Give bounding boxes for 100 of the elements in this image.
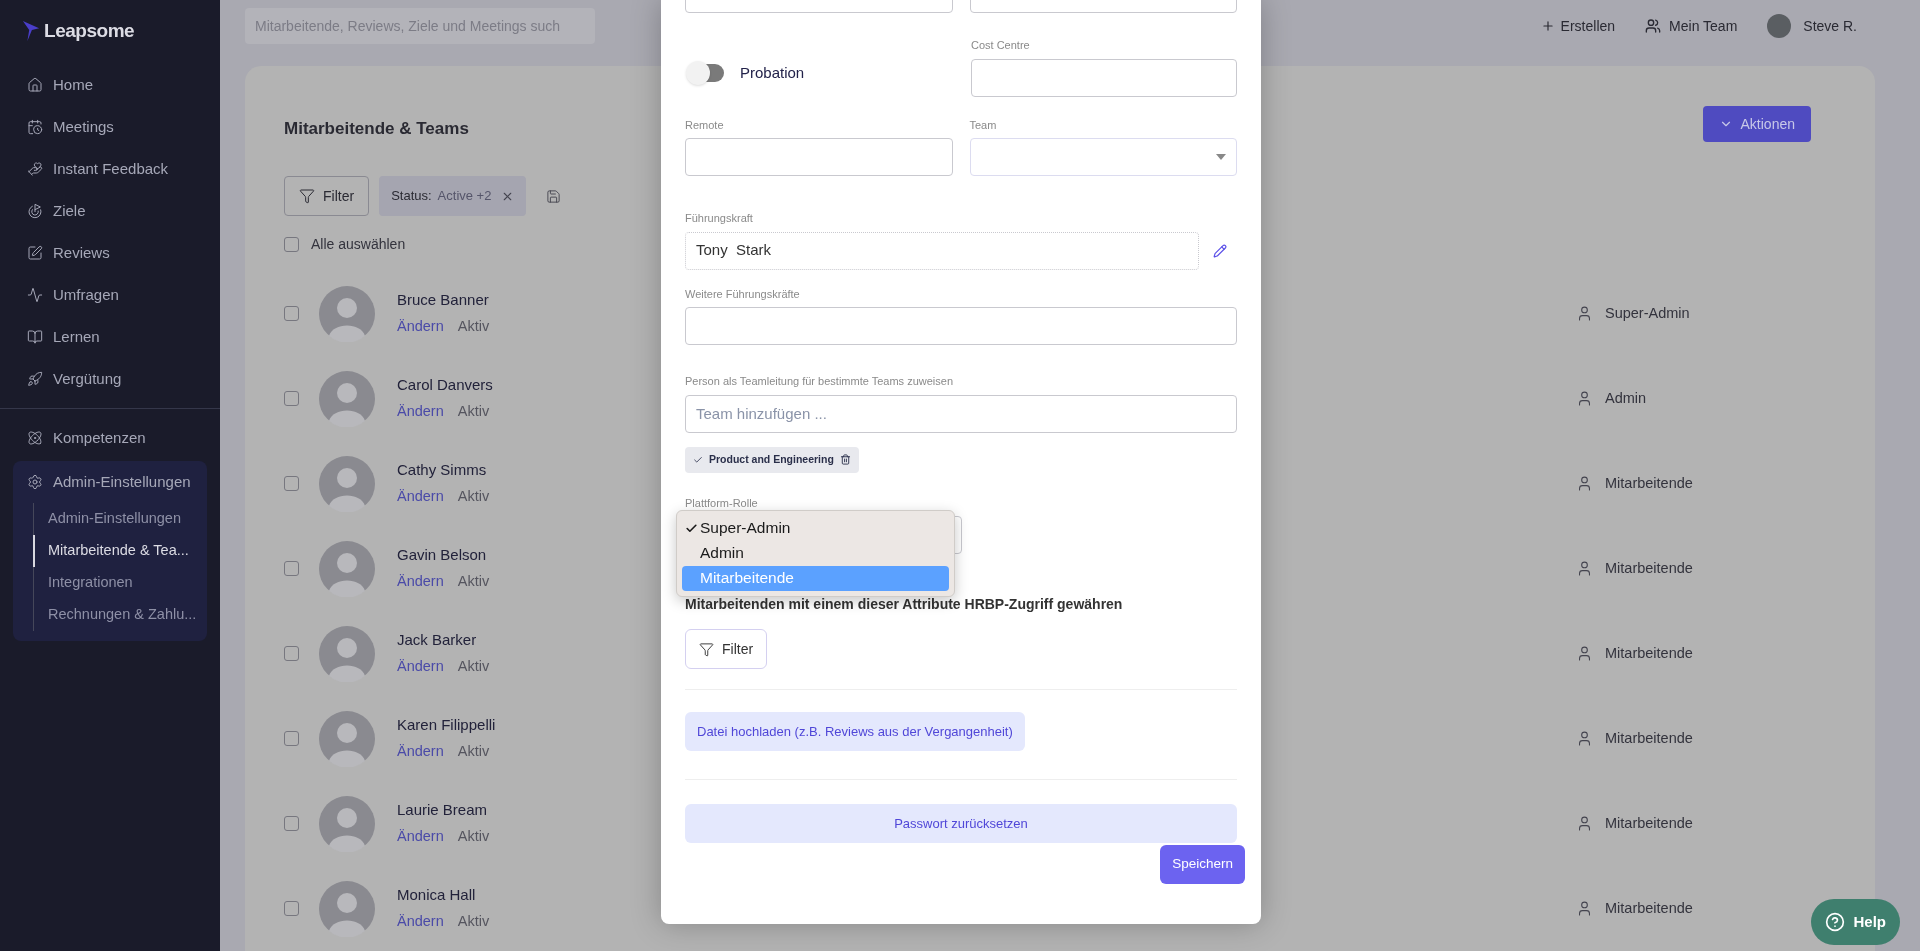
input-field[interactable] bbox=[685, 138, 953, 176]
nav-item[interactable]: Reviews bbox=[0, 232, 220, 274]
person-name: Cathy Simms bbox=[397, 460, 488, 481]
nav-icon bbox=[27, 119, 43, 135]
avatar-icon bbox=[319, 285, 375, 342]
toggle-switch[interactable] bbox=[688, 63, 724, 82]
role-text: Mitarbeitende bbox=[1605, 728, 1693, 748]
edit-link[interactable]: Ändern bbox=[397, 910, 444, 933]
input-field[interactable]: Team hinzufügen ... bbox=[685, 394, 1237, 433]
checkbox[interactable] bbox=[284, 901, 299, 916]
nav-item[interactable]: Ziele bbox=[0, 190, 220, 232]
checkbox[interactable] bbox=[284, 561, 299, 576]
nav-item[interactable]: Meetings bbox=[0, 106, 220, 148]
role-text: Mitarbeitende bbox=[1605, 643, 1693, 663]
nav-item[interactable]: Lernen bbox=[0, 316, 220, 358]
my-team-button[interactable]: Mein Team bbox=[1645, 15, 1738, 37]
nav-icon bbox=[27, 161, 43, 177]
actions-button[interactable]: Aktionen bbox=[1702, 106, 1811, 142]
hrbp-heading: Mitarbeitenden mit einem dieser Attribute HRBP-Zugriff gewähren bbox=[685, 595, 1124, 614]
checkbox[interactable] bbox=[284, 731, 299, 746]
status-text: Aktiv bbox=[457, 911, 490, 931]
user-icon bbox=[1576, 560, 1593, 577]
save-button[interactable]: Speichern bbox=[1160, 845, 1245, 884]
field-label: Führungskraft bbox=[685, 211, 754, 226]
checkbox[interactable] bbox=[284, 476, 299, 491]
status-text: Aktiv bbox=[457, 486, 490, 506]
field-label: Person als Teamleitung für bestimmte Teams zuweisen bbox=[685, 374, 954, 389]
subnav-item[interactable]: Integrationen bbox=[33, 567, 207, 599]
save-icon[interactable] bbox=[546, 188, 562, 204]
status-text: Aktiv bbox=[457, 316, 490, 336]
filter-button[interactable]: Filter bbox=[685, 629, 768, 669]
person-name: Monica Hall bbox=[397, 885, 477, 906]
dropdown-arrow-icon bbox=[1216, 154, 1226, 160]
edit-link[interactable]: Ändern bbox=[397, 655, 444, 678]
field-label: Weitere Führungskräfte bbox=[685, 286, 801, 302]
status-text: Aktiv bbox=[457, 656, 490, 676]
nav-item[interactable]: Vergütung bbox=[0, 358, 220, 400]
role-text: Mitarbeitende bbox=[1605, 898, 1693, 918]
status-chip[interactable]: Status: Active +2 bbox=[379, 176, 527, 216]
avatar-icon bbox=[319, 455, 375, 512]
plus-icon bbox=[1540, 19, 1555, 33]
reset-password-button[interactable]: Passwort zurücksetzen bbox=[685, 804, 1237, 843]
input-field[interactable] bbox=[971, 58, 1237, 97]
person-name: Carol Danvers bbox=[397, 375, 493, 396]
status-text: Aktiv bbox=[457, 741, 490, 761]
pencil-icon[interactable] bbox=[1213, 243, 1227, 258]
create-button[interactable]: Erstellen bbox=[1540, 15, 1616, 37]
user-icon bbox=[1576, 900, 1593, 917]
nav-icon bbox=[27, 371, 43, 387]
page-title: Mitarbeitende & Teams bbox=[284, 118, 469, 141]
select-all-label: Alle auswählen bbox=[311, 235, 406, 254]
logo-text: Leapsome bbox=[44, 18, 135, 43]
nav-icon bbox=[27, 287, 43, 303]
edit-link[interactable]: Ändern bbox=[397, 400, 444, 423]
subnav-item[interactable]: Mitarbeitende & Tea... bbox=[33, 535, 207, 567]
filter-button[interactable]: Filter bbox=[284, 176, 370, 216]
team-select[interactable] bbox=[969, 138, 1237, 176]
person-name: Gavin Belson bbox=[397, 545, 488, 566]
edit-link[interactable]: Ändern bbox=[397, 315, 444, 338]
nav-item[interactable]: Instant Feedback bbox=[0, 148, 220, 190]
field-label: Team bbox=[969, 117, 998, 133]
nav-icon bbox=[27, 203, 43, 219]
chip-key: Status: bbox=[391, 186, 432, 206]
person-name: Bruce Banner bbox=[397, 290, 490, 311]
filter-icon bbox=[299, 188, 315, 204]
checkbox[interactable] bbox=[284, 816, 299, 831]
nav-item[interactable]: Home bbox=[0, 64, 220, 106]
help-button[interactable]: Help bbox=[1811, 899, 1900, 945]
nav-item[interactable]: Umfragen bbox=[0, 274, 220, 316]
input-field[interactable] bbox=[685, 307, 1237, 345]
subnav-item[interactable]: Admin-Einstellungen bbox=[33, 503, 207, 535]
checkbox[interactable] bbox=[284, 237, 299, 252]
role-option[interactable]: Admin bbox=[682, 540, 949, 566]
user-menu[interactable]: Steve R. bbox=[1767, 14, 1857, 38]
trash-icon[interactable] bbox=[839, 454, 851, 465]
probation-label: Probation bbox=[740, 62, 805, 83]
nav-item[interactable]: Admin-Einstellungen bbox=[13, 461, 207, 503]
edit-link[interactable]: Ändern bbox=[397, 740, 444, 763]
checkbox[interactable] bbox=[284, 646, 299, 661]
avatar-icon bbox=[319, 880, 375, 937]
field-label: Remote bbox=[685, 117, 725, 133]
settings-icon bbox=[27, 474, 43, 490]
role-option[interactable]: Super-Admin bbox=[682, 515, 949, 541]
logo-icon bbox=[22, 20, 40, 42]
avatar-icon bbox=[319, 710, 375, 767]
edit-link[interactable]: Ändern bbox=[397, 485, 444, 508]
upload-button[interactable]: Datei hochladen (z.B. Reviews aus der Vergangenheit) bbox=[685, 712, 1025, 751]
nav-item[interactable]: Kompetenzen bbox=[0, 417, 220, 459]
field-label: Plattform-Rolle bbox=[685, 495, 759, 511]
avatar-icon bbox=[1767, 14, 1792, 38]
checkbox[interactable] bbox=[284, 306, 299, 321]
edit-link[interactable]: Ändern bbox=[397, 570, 444, 593]
checkbox[interactable] bbox=[284, 391, 299, 406]
help-icon bbox=[1825, 912, 1846, 932]
avatar-icon bbox=[319, 370, 375, 427]
avatar-icon bbox=[319, 625, 375, 682]
edit-link[interactable]: Ändern bbox=[397, 825, 444, 848]
role-text: Mitarbeitende bbox=[1605, 558, 1693, 578]
check-icon bbox=[685, 521, 698, 535]
subnav-item[interactable]: Rechnungen & Zahlu... bbox=[33, 599, 207, 631]
